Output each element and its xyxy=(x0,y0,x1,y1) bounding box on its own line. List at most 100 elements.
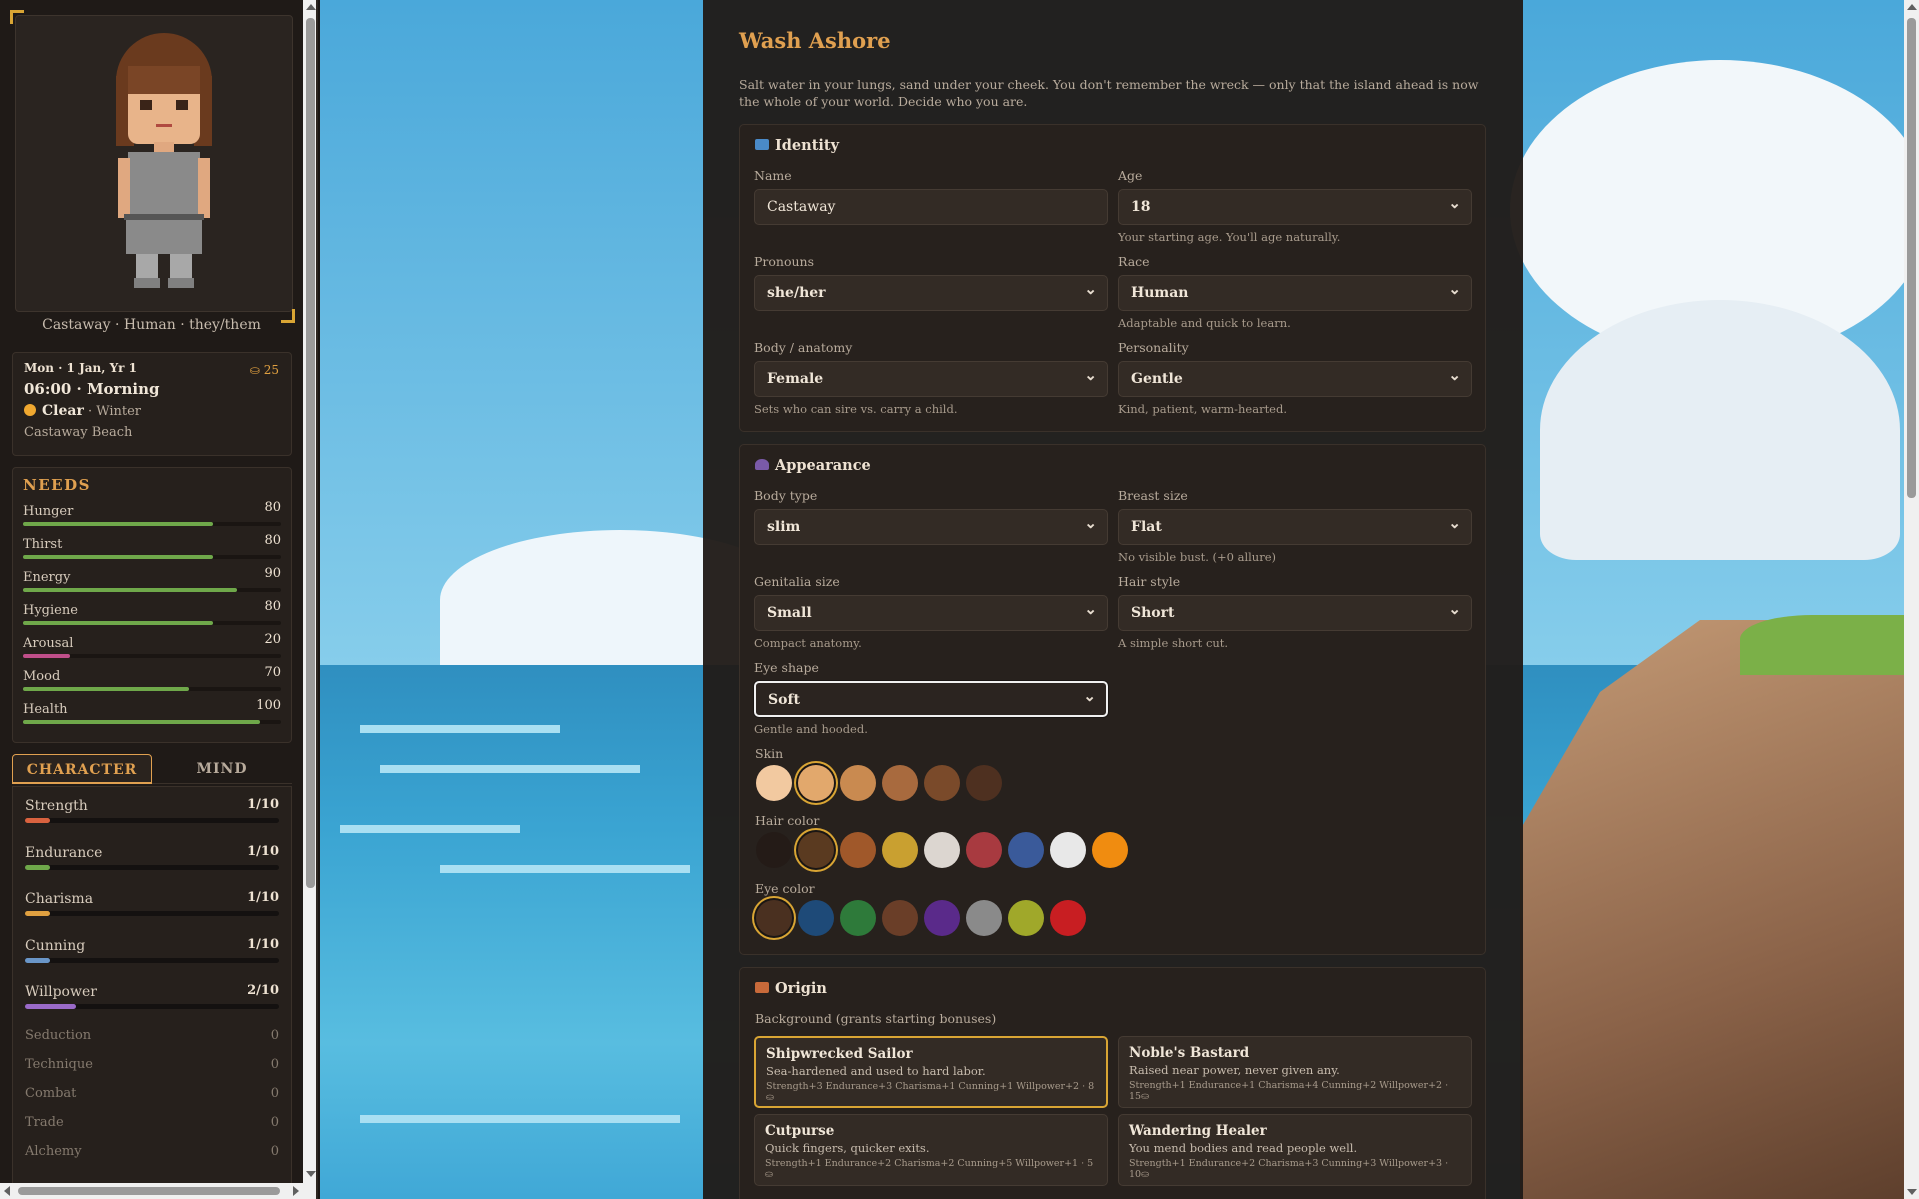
need-bar-fill xyxy=(23,687,190,691)
wave xyxy=(360,725,560,733)
hair-color-swatch[interactable] xyxy=(1008,832,1044,868)
skin-swatch[interactable] xyxy=(756,765,792,801)
scroll-up-arrow-icon[interactable] xyxy=(306,4,316,10)
eye-color-swatch[interactable] xyxy=(966,900,1002,936)
body-select[interactable]: Female xyxy=(754,358,1108,397)
skin-swatch[interactable] xyxy=(924,765,960,801)
name-input[interactable]: Castaway xyxy=(754,189,1108,225)
scroll-left-arrow-icon[interactable] xyxy=(4,1186,10,1196)
age-select[interactable]: 18 xyxy=(1118,186,1472,225)
background-option-card[interactable]: Shipwrecked Sailor Sea-hardened and used… xyxy=(754,1036,1108,1108)
background-bonuses: Strength+1 Endurance+2 Charisma+3 Cunnin… xyxy=(1129,1158,1449,1180)
eye-color-swatch[interactable] xyxy=(840,900,876,936)
background-title: Noble's Bastard xyxy=(1129,1045,1250,1061)
coin-counter: ⛀ 25 xyxy=(250,363,279,377)
background-option-card[interactable]: Wandering Healer You mend bodies and rea… xyxy=(1118,1114,1472,1186)
eye-color-swatch[interactable] xyxy=(1050,900,1086,936)
character-portrait xyxy=(15,15,293,312)
background-option-card[interactable]: Noble's Bastard Raised near power, never… xyxy=(1118,1036,1472,1108)
personality-select[interactable]: Gentle xyxy=(1118,358,1472,397)
location: Castaway Beach xyxy=(24,425,133,440)
skill-row: Technique 0 xyxy=(25,1057,279,1086)
name-field: Name Castaway xyxy=(754,168,1108,225)
coin-icon: ⛀ xyxy=(249,363,264,377)
skin-swatch[interactable] xyxy=(966,765,1002,801)
stat-value: 1/10 xyxy=(247,797,279,812)
background-option-card[interactable]: Cutpurse Quick fingers, quicker exits. S… xyxy=(754,1114,1108,1186)
stat-bar xyxy=(25,911,279,916)
hair-color-swatch[interactable] xyxy=(966,832,1002,868)
hair-color-swatch[interactable] xyxy=(1050,832,1086,868)
page-scrollbar[interactable] xyxy=(1904,0,1919,1199)
skill-label: Combat xyxy=(25,1085,77,1101)
section-title: Identity xyxy=(755,137,839,154)
eye-color-swatch[interactable] xyxy=(756,900,792,936)
background-description: Raised near power, never given any. xyxy=(1129,1063,1340,1077)
stat-bar-fill xyxy=(25,1004,76,1009)
needs-panel: NEEDS Hunger 80 Thirst 80 Energy 90 Hygi… xyxy=(12,467,292,743)
hair-color-swatch[interactable] xyxy=(840,832,876,868)
race-select[interactable]: Human xyxy=(1118,272,1472,311)
need-bar-fill xyxy=(23,720,261,724)
scroll-right-arrow-icon[interactable] xyxy=(293,1186,299,1196)
character-sprite xyxy=(116,33,212,288)
person-icon xyxy=(755,459,769,470)
time-weather-card: Mon · 1 Jan, Yr 1 ⛀ 25 06:00 · Morning C… xyxy=(12,352,292,456)
need-label: Energy xyxy=(23,570,71,585)
hair-color-swatch[interactable] xyxy=(756,832,792,868)
skin-swatch[interactable] xyxy=(882,765,918,801)
skin-swatch[interactable] xyxy=(840,765,876,801)
body-type-select[interactable]: slim xyxy=(754,506,1108,545)
skill-value: 0 xyxy=(270,1085,279,1101)
scroll-up-arrow-icon[interactable] xyxy=(1907,4,1917,10)
breast-size-select[interactable]: Flat xyxy=(1118,506,1472,545)
wave xyxy=(340,825,520,833)
hair-color-swatch[interactable] xyxy=(882,832,918,868)
stat-value: 2/10 xyxy=(247,983,279,998)
skin-label: Skin xyxy=(755,746,784,761)
intro-text: Salt water in your lungs, sand under you… xyxy=(739,77,1479,109)
stat-row: Endurance 1/10 xyxy=(25,842,279,889)
eye-shape-hint: Gentle and hooded. xyxy=(754,722,868,736)
scroll-thumb[interactable] xyxy=(306,18,315,888)
clock-time: 06:00 · Morning xyxy=(24,380,160,398)
personality-label: Personality xyxy=(1118,340,1189,355)
need-value: 80 xyxy=(264,500,281,515)
hair-style-select[interactable]: Short xyxy=(1118,592,1472,631)
genitalia-select[interactable]: Small xyxy=(754,592,1108,631)
skin-swatch[interactable] xyxy=(798,765,834,801)
wave xyxy=(360,1115,680,1123)
hair-color-swatch[interactable] xyxy=(924,832,960,868)
tab-character[interactable]: CHARACTER xyxy=(12,754,152,784)
scroll-thumb[interactable] xyxy=(18,1187,280,1195)
stat-bar xyxy=(25,1004,279,1009)
eye-shape-field: Eye shape Soft Gentle and hooded. xyxy=(754,660,1108,736)
stat-row: Charisma 1/10 xyxy=(25,888,279,935)
pronouns-select[interactable]: she/her xyxy=(754,272,1108,311)
background-description: Quick fingers, quicker exits. xyxy=(765,1141,930,1155)
tab-mind[interactable]: MIND xyxy=(152,754,292,784)
skill-row: Alchemy 0 xyxy=(25,1144,279,1173)
stat-label: Willpower xyxy=(25,984,97,1000)
sidebar-scrollbar[interactable] xyxy=(303,0,316,1199)
hair-color-swatch[interactable] xyxy=(1092,832,1128,868)
sidebar-horizontal-scrollbar[interactable] xyxy=(0,1183,303,1199)
breast-size-field: Breast size Flat No visible bust. (+0 al… xyxy=(1118,488,1472,564)
sun-icon xyxy=(24,404,36,416)
eye-color-swatches: Eye color xyxy=(755,881,1086,936)
eye-shape-select[interactable]: Soft xyxy=(754,679,1108,717)
scroll-thumb[interactable] xyxy=(1907,18,1916,498)
scroll-down-arrow-icon[interactable] xyxy=(306,1171,316,1177)
eye-color-swatch[interactable] xyxy=(882,900,918,936)
sidebar: Castaway · Human · they/them Mon · 1 Jan… xyxy=(0,0,318,1199)
skill-value: 0 xyxy=(270,1114,279,1130)
eye-color-swatch[interactable] xyxy=(798,900,834,936)
scroll-down-arrow-icon[interactable] xyxy=(1907,1189,1917,1195)
need-value: 70 xyxy=(264,665,281,680)
breast-size-label: Breast size xyxy=(1118,488,1188,503)
hair-color-swatch[interactable] xyxy=(798,832,834,868)
eye-color-swatch[interactable] xyxy=(924,900,960,936)
skill-label: Trade xyxy=(25,1114,64,1130)
eye-color-swatch[interactable] xyxy=(1008,900,1044,936)
need-label: Arousal xyxy=(23,636,74,651)
